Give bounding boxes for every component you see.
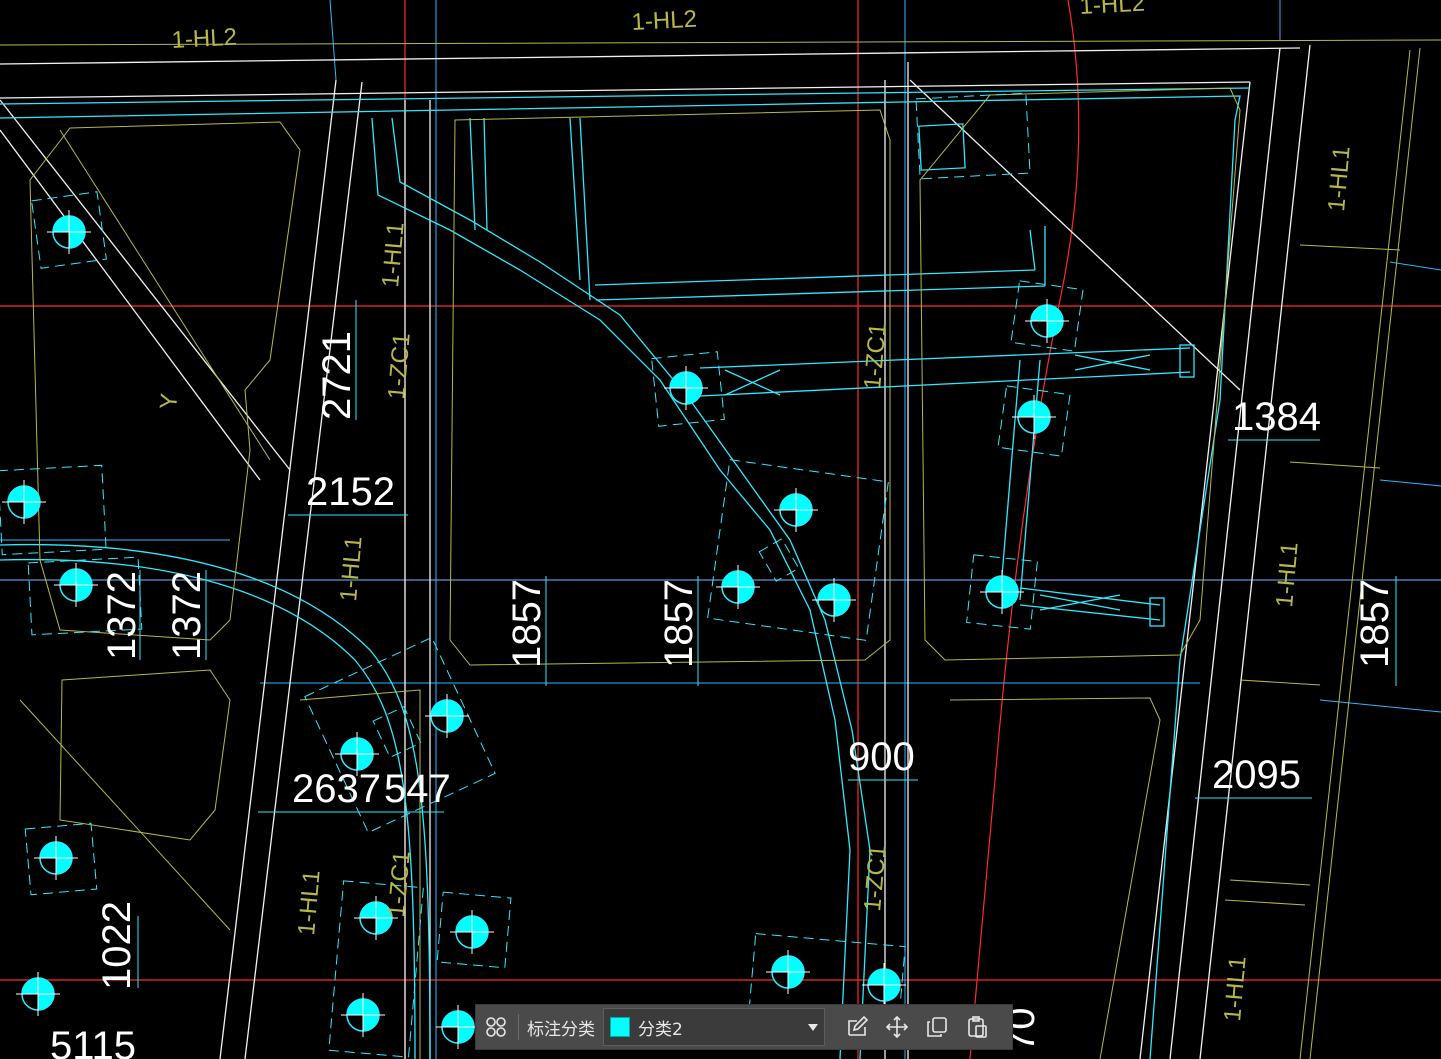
move-button[interactable]: [877, 1004, 917, 1050]
pile-marker: [1012, 395, 1056, 439]
dimension-text: 1022: [95, 901, 139, 990]
pile-marker: [862, 963, 906, 1007]
category-color-swatch: [610, 1017, 630, 1037]
pile-marker: [812, 578, 856, 622]
annotation-category-label: 标注分类: [527, 1019, 595, 1040]
dimension-text: 2152: [306, 470, 395, 514]
dimension-text: 1857: [657, 579, 701, 668]
pile-marker: [664, 366, 708, 410]
column-label: 1-ZC1: [383, 850, 416, 919]
dimension-text: 547: [384, 767, 451, 811]
misc-label: Y: [155, 392, 183, 410]
pile-marker: [54, 563, 98, 607]
toolbar-divider: [518, 1014, 519, 1040]
pile-marker: [34, 836, 78, 880]
pile-marker: [774, 488, 818, 532]
beam-label: 1-HL2: [631, 6, 698, 36]
pile-marker: [436, 1005, 480, 1049]
cad-drawing-canvas[interactable]: 1-HL2 1-HL2 1-HL2 1-HL1 1-HL1 1-HL1 1-HL…: [0, 0, 1441, 1059]
dimension-text: 2721: [315, 331, 359, 420]
beam-label: 1-HL1: [335, 535, 368, 602]
category-select-value: 分类2: [638, 1019, 683, 1040]
edit-button[interactable]: [837, 1004, 877, 1050]
beam-label: 1-HL1: [1219, 955, 1252, 1022]
grid-button[interactable]: [476, 1004, 516, 1050]
pile-marker: [47, 210, 91, 254]
dimension-text: 1857: [505, 579, 549, 668]
dimension-text: 2095: [1212, 753, 1301, 797]
column-label: 1-ZC1: [859, 844, 892, 913]
dimension-text: 1372: [100, 571, 144, 660]
drawing-linework: [0, 0, 1441, 1059]
beam-label: 1-HL1: [1271, 541, 1304, 608]
dimension-text: 5115: [50, 1024, 136, 1059]
dimension-text: 900: [848, 735, 915, 779]
beam-label: 1-HL1: [1323, 145, 1356, 212]
pile-marker: [425, 694, 469, 738]
column-label: 1-ZC1: [383, 332, 416, 401]
dimension-text: 1372: [165, 571, 209, 660]
pile-marker: [766, 950, 810, 994]
annotation-toolbar: 标注分类 分类2: [475, 1004, 1013, 1050]
move-icon: [885, 1015, 909, 1039]
beam-label: 1-HL1: [293, 869, 326, 936]
dimension-text: 1384: [1232, 395, 1321, 439]
chevron-down-icon: [808, 1023, 818, 1031]
copy-button[interactable]: [917, 1004, 957, 1050]
copy-icon: [927, 1017, 947, 1037]
pile-marker: [2, 480, 46, 524]
edit-icon: [848, 1015, 869, 1036]
pile-marker: [980, 570, 1024, 614]
beam-label: 1-HL1: [377, 221, 410, 288]
dimension-text: 2637: [292, 767, 381, 811]
pile-marker: [16, 972, 60, 1016]
paste-icon: [968, 1016, 987, 1038]
beam-label: 1-HL2: [1079, 0, 1146, 20]
category-select[interactable]: 分类2: [603, 1008, 825, 1046]
dimension-text: 1857: [1353, 579, 1397, 668]
column-label: 1-ZC1: [859, 322, 892, 391]
paste-button[interactable]: [957, 1004, 997, 1050]
grid-icon: [486, 1017, 506, 1037]
pile-marker: [716, 565, 760, 609]
beam-label: 1-HL2: [171, 24, 238, 54]
pile-marker: [450, 910, 494, 954]
pile-marker: [341, 993, 385, 1037]
